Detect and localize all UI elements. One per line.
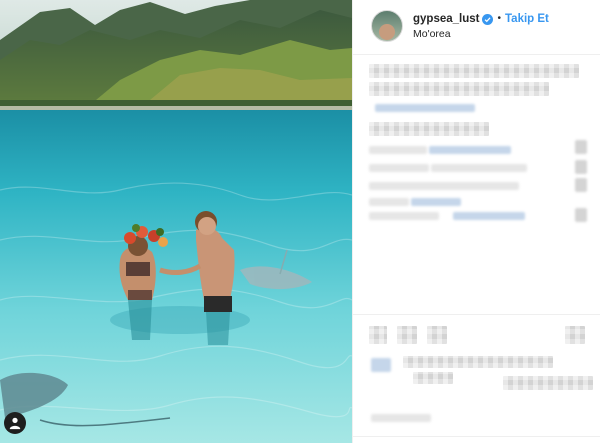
follow-button[interactable]: Takip Et (505, 12, 549, 26)
post-sidebar: gypsea_lust • Takip Et Mo'orea (352, 0, 600, 443)
verified-badge-icon (482, 13, 494, 25)
photo-scene (0, 0, 352, 443)
separator-dot: • (497, 13, 501, 24)
post-photo[interactable] (0, 0, 352, 443)
actions-divider (353, 314, 600, 315)
user-tag-icon (9, 417, 21, 430)
tagged-users-button[interactable] (4, 412, 26, 434)
post-header: gypsea_lust • Takip Et Mo'orea (371, 9, 549, 43)
footer-divider (353, 436, 600, 437)
header-divider (353, 54, 600, 55)
avatar[interactable] (371, 10, 403, 42)
username-link[interactable]: gypsea_lust (413, 12, 479, 26)
location-link[interactable]: Mo'orea (413, 28, 549, 40)
